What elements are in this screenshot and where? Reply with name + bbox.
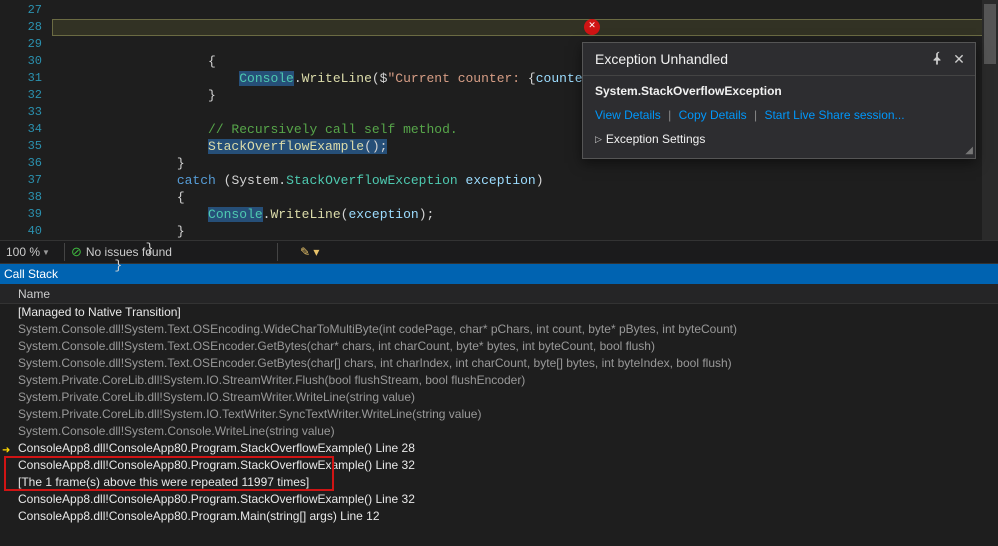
line-number: 29 [0, 36, 42, 53]
exception-settings-expander[interactable]: ▷ Exception Settings [595, 132, 963, 146]
exception-popup-header: Exception Unhandled ✕ [583, 43, 975, 76]
callstack-row[interactable]: System.Private.CoreLib.dll!System.IO.Tex… [0, 406, 998, 423]
exception-settings-label: Exception Settings [606, 132, 705, 146]
current-line-highlight [52, 19, 998, 36]
code-line[interactable]: catch (System.StackOverflowException exc… [52, 172, 998, 189]
line-number: 35 [0, 138, 42, 155]
line-number: 32 [0, 87, 42, 104]
callstack-row[interactable]: ConsoleApp8.dll!ConsoleApp80.Program.Mai… [0, 508, 998, 525]
line-number: 31 [0, 70, 42, 87]
callstack-row[interactable]: System.Console.dll!System.Console.WriteL… [0, 423, 998, 440]
line-number: 33 [0, 104, 42, 121]
callstack-row[interactable]: [The 1 frame(s) above this were repeated… [0, 474, 998, 491]
callstack-row[interactable]: System.Private.CoreLib.dll!System.IO.Str… [0, 389, 998, 406]
chevron-right-icon: ▷ [595, 134, 602, 145]
code-line[interactable]: Console.WriteLine(exception); [52, 206, 998, 223]
code-line[interactable]: } [52, 223, 998, 240]
view-details-link[interactable]: View Details [595, 108, 661, 122]
zoom-value: 100 % [6, 245, 40, 259]
line-number-gutter: 2728293031323334353637383940 [0, 0, 52, 240]
line-number: 40 [0, 223, 42, 240]
line-number: 39 [0, 206, 42, 223]
callstack-row[interactable]: System.Console.dll!System.Text.OSEncoder… [0, 338, 998, 355]
callstack-rows[interactable]: [Managed to Native Transition]System.Con… [0, 304, 998, 525]
editor-scrollbar[interactable] [982, 0, 998, 240]
exception-type: System.StackOverflowException [595, 84, 963, 98]
code-line[interactable] [52, 274, 998, 291]
callstack-row[interactable]: System.Private.CoreLib.dll!System.IO.Str… [0, 372, 998, 389]
callstack-row[interactable]: ConsoleApp8.dll!ConsoleApp80.Program.Sta… [0, 457, 998, 474]
callstack-row[interactable]: ConsoleApp8.dll!ConsoleApp80.Program.Sta… [0, 491, 998, 508]
line-number: 38 [0, 189, 42, 206]
zoom-control[interactable]: 100 % ▼ [6, 245, 50, 259]
code-line[interactable]: { [52, 189, 998, 206]
scrollbar-thumb[interactable] [984, 4, 996, 64]
code-line[interactable]: } [52, 257, 998, 274]
code-editor[interactable]: 2728293031323334353637383940 { Console.W… [0, 0, 998, 240]
exception-links: View Details | Copy Details | Start Live… [595, 108, 963, 122]
brush-icon[interactable]: ✎ ▾ [300, 245, 319, 259]
callstack-row[interactable]: [Managed to Native Transition] [0, 304, 998, 321]
live-share-link[interactable]: Start Live Share session... [764, 108, 904, 122]
copy-details-link[interactable]: Copy Details [679, 108, 747, 122]
exception-title: Exception Unhandled [595, 51, 929, 67]
line-number: 34 [0, 121, 42, 138]
line-number: 30 [0, 53, 42, 70]
line-number: 27 [0, 2, 42, 19]
callstack-row[interactable]: System.Console.dll!System.Text.OSEncodin… [0, 321, 998, 338]
line-number: 28 [0, 19, 42, 36]
callstack-row[interactable]: ConsoleApp8.dll!ConsoleApp80.Program.Sta… [0, 440, 998, 457]
line-number: 37 [0, 172, 42, 189]
line-number: 36 [0, 155, 42, 172]
exception-stop-icon[interactable]: ✕ [584, 19, 600, 35]
close-icon[interactable]: ✕ [951, 51, 967, 67]
chevron-down-icon: ▼ [42, 248, 50, 257]
code-line[interactable]: } [52, 240, 998, 257]
pin-icon[interactable] [929, 51, 945, 67]
resize-grip-icon[interactable]: ◢ [965, 145, 972, 156]
callstack-row[interactable]: System.Console.dll!System.Text.OSEncoder… [0, 355, 998, 372]
exception-popup: Exception Unhandled ✕ System.StackOverfl… [582, 42, 976, 159]
current-frame-arrow-icon: ➜ [2, 442, 10, 457]
